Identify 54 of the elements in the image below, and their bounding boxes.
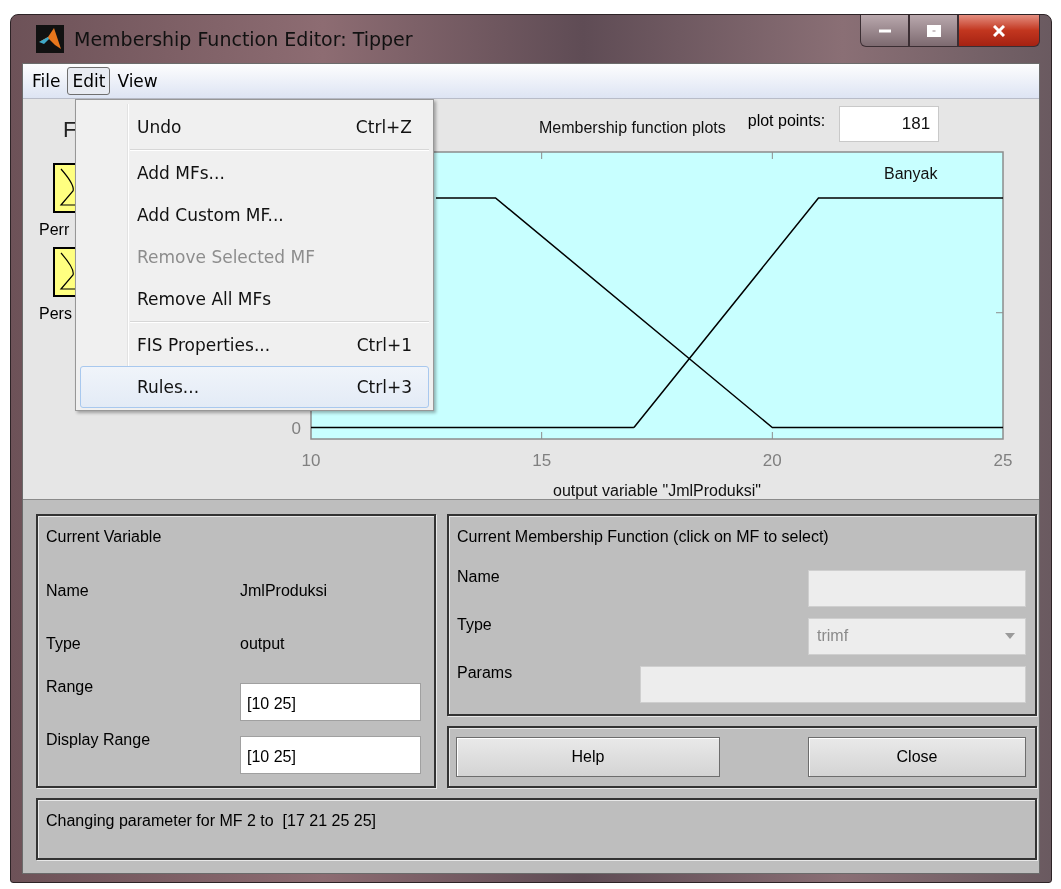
window-title: Membership Function Editor: Tipper — [74, 28, 413, 50]
tick-mark — [771, 431, 773, 440]
tick-mark — [995, 312, 1004, 314]
menu-item[interactable]: FIS Properties... Ctrl+1 — [80, 324, 429, 366]
chart-title: Membership function plots — [539, 119, 726, 137]
variable-block-icon — [53, 163, 75, 213]
field-value: output — [240, 634, 285, 653]
minimize-button[interactable] — [860, 15, 909, 47]
minimize-icon — [877, 27, 892, 34]
close-button[interactable] — [958, 15, 1040, 47]
tick-label: 10 — [301, 451, 321, 470]
input-field[interactable]: [10 25] — [240, 682, 421, 721]
menu-item[interactable]: File — [27, 67, 66, 95]
field-label: Params — [457, 663, 513, 682]
input-field[interactable]: [10 25] — [240, 735, 421, 774]
variable-label[interactable]: Pers — [39, 305, 72, 323]
field-label: Display Range — [46, 730, 152, 749]
menu-item[interactable]: Undo Ctrl+Z — [80, 106, 429, 148]
maximize-button[interactable] — [909, 15, 958, 47]
panel-heading: F — [63, 117, 77, 143]
menu-item[interactable]: View — [112, 67, 163, 95]
close-button[interactable]: Close — [808, 737, 1026, 777]
tick-label: 0 — [291, 418, 301, 438]
tick-label: 15 — [532, 451, 552, 470]
tick-mark — [541, 431, 543, 440]
menu-item[interactable]: Remove All MFs — [80, 278, 429, 320]
field-label: Name — [457, 567, 500, 586]
app-logo-icon — [36, 25, 64, 53]
status-message: Changing parameter for MF 2 to [17 21 25 25] — [46, 812, 376, 829]
tick-mark — [771, 151, 773, 160]
tick-mark — [541, 151, 543, 160]
field-label: Type — [46, 634, 82, 653]
close-icon — [993, 24, 1005, 37]
variable-label[interactable]: Perr — [39, 221, 70, 239]
curve-label: Banyak — [884, 164, 938, 182]
tick-label: 20 — [762, 451, 782, 470]
panel-heading: Current Membership Function (click on MF to select) — [457, 527, 830, 547]
plot-points-field[interactable]: 181 — [839, 106, 940, 142]
help-button[interactable]: Help — [456, 737, 720, 777]
field-value: JmlProduksi — [240, 581, 328, 600]
field-label: Range — [46, 677, 95, 696]
menu-item[interactable]: Edit — [67, 67, 111, 95]
caret-icon — [1003, 632, 1017, 640]
field-label: Name — [46, 581, 90, 600]
field-label: plot points: — [747, 112, 826, 130]
menu-item[interactable]: Rules... Ctrl+3 — [80, 366, 429, 408]
variable-block-icon — [53, 247, 75, 297]
tick-label: 25 — [993, 451, 1013, 470]
panel-heading: Current Variable — [46, 527, 163, 547]
menu-item[interactable]: Add MFs... — [80, 152, 429, 194]
axis-label: output variable "JmlProduksi" — [553, 482, 761, 499]
menu-item[interactable]: Add Custom MF... — [80, 194, 429, 236]
maximize-icon — [926, 24, 941, 37]
field-label: Type — [457, 615, 492, 634]
